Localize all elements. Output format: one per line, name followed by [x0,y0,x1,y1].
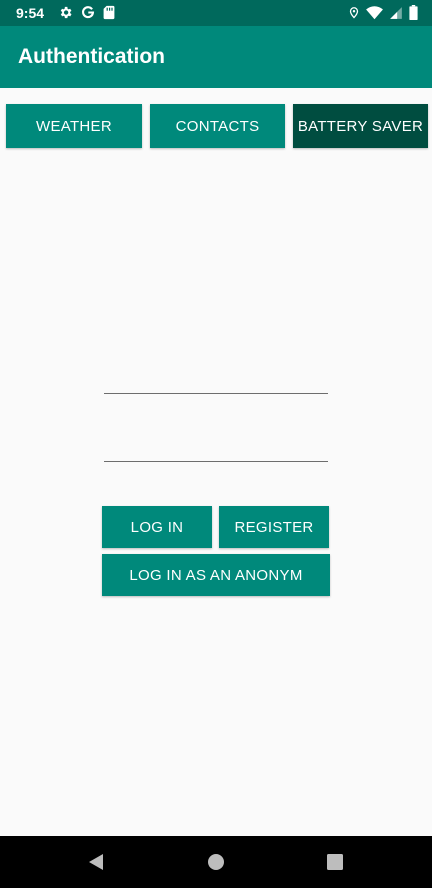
settings-icon [60,6,72,19]
login-anonymous-button[interactable]: LOG IN AS AN ANONYM [102,554,330,596]
weather-button[interactable]: WEATHER [6,104,142,148]
page-title: Authentication [18,45,165,68]
navigation-bar [0,836,432,888]
weather-button-label: WEATHER [36,117,112,135]
status-left-icons [58,5,115,20]
password-underline [104,461,328,462]
register-button[interactable]: REGISTER [219,506,329,548]
username-field[interactable] [104,362,328,394]
app-bar: Authentication [0,26,432,88]
register-button-label: REGISTER [234,518,314,536]
password-field[interactable] [104,430,328,462]
login-anonymous-button-label: LOG IN AS AN ANONYM [129,566,303,584]
status-time: 9:54 [16,5,45,21]
google-icon [82,6,95,19]
contacts-button[interactable]: CONTACTS [150,104,285,148]
back-icon[interactable] [87,853,105,871]
battery-icon [409,5,418,20]
wifi-icon [366,5,383,19]
location-icon [349,7,359,19]
battery-saver-button-label: BATTERY SAVER [297,117,424,135]
sd-card-icon [103,5,115,20]
username-underline [104,393,328,394]
status-bar: 9:54 [0,0,432,26]
signal-icon [390,6,402,19]
recents-icon[interactable] [327,854,343,870]
battery-saver-button[interactable]: BATTERY SAVER [293,104,428,148]
login-button[interactable]: LOG IN [102,506,212,548]
home-icon[interactable] [207,853,225,871]
contacts-button-label: CONTACTS [175,117,260,135]
login-button-label: LOG IN [130,518,184,536]
status-right-icons [348,5,418,20]
